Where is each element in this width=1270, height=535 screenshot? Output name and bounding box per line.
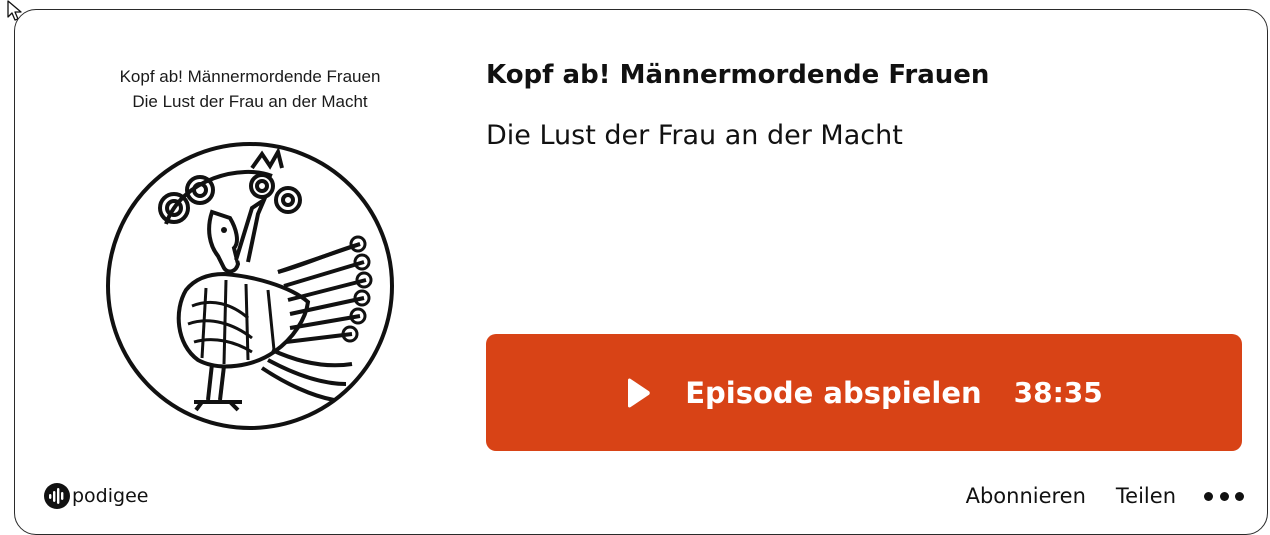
subscribe-link[interactable]: Abonnieren xyxy=(966,484,1086,508)
episode-title: Kopf ab! Männermordende Frauen xyxy=(486,60,990,90)
podigee-logo-icon xyxy=(44,483,70,509)
cover-title-line: Kopf ab! Männermordende Frauen xyxy=(119,67,381,86)
cover-subtitle-line: Die Lust der Frau an der Macht xyxy=(132,92,368,111)
share-link[interactable]: Teilen xyxy=(1116,484,1176,508)
more-dots-icon xyxy=(1235,491,1244,501)
episode-subtitle: Die Lust der Frau an der Macht xyxy=(486,120,903,151)
play-button-label: Episode abspielen xyxy=(685,375,982,410)
podigee-brand[interactable]: podigee xyxy=(44,482,148,510)
play-episode-button[interactable]: Episode abspielen 38:35 xyxy=(486,334,1242,451)
more-options-button[interactable] xyxy=(1204,489,1244,503)
more-dots-icon xyxy=(1219,491,1229,501)
episode-duration: 38:35 xyxy=(1013,376,1103,409)
more-dots-icon xyxy=(1204,491,1213,501)
harpy-illustration-icon xyxy=(106,142,394,430)
play-icon xyxy=(628,377,650,408)
episode-cover: Kopf ab! Männermordende Frauen Die Lust … xyxy=(80,62,420,442)
podigee-wordmark: podigee xyxy=(72,485,149,507)
footer-actions: Abonnieren Teilen xyxy=(966,481,1244,511)
